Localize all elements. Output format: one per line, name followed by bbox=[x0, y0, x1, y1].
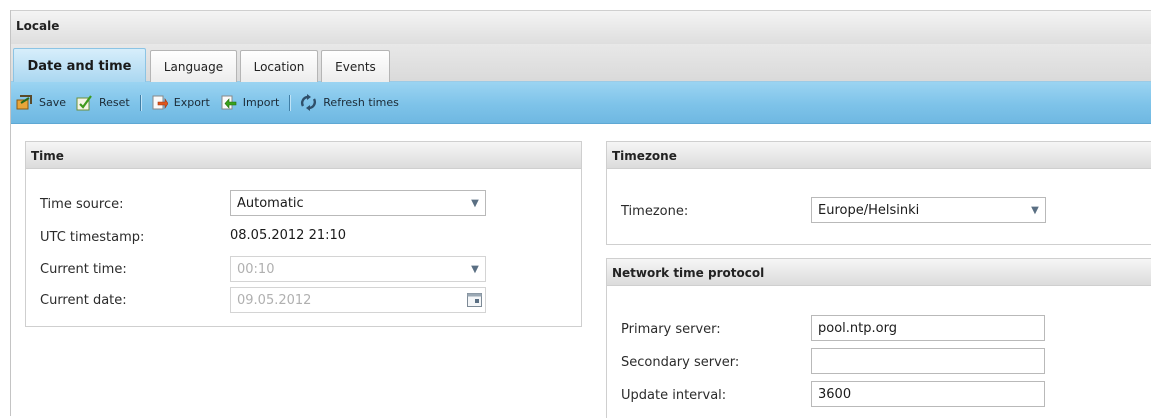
timezone-label: Timezone: bbox=[621, 204, 689, 219]
panel-title: Locale bbox=[16, 19, 60, 33]
current-time-label: Current time: bbox=[40, 262, 127, 277]
refresh-icon bbox=[301, 94, 317, 111]
refresh-times-label: Refresh times bbox=[323, 96, 399, 109]
current-date-value: 09.05.2012 bbox=[237, 293, 312, 308]
utc-timestamp-label: UTC timestamp: bbox=[40, 230, 145, 245]
primary-server-label: Primary server: bbox=[621, 322, 721, 337]
tab-location[interactable]: Location bbox=[240, 50, 318, 83]
current-time-value: 00:10 bbox=[237, 262, 275, 277]
timezone-group: Timezone Timezone: Europe/Helsinki ▼ bbox=[606, 141, 1151, 245]
tab-language[interactable]: Language bbox=[150, 50, 237, 83]
panel-title-bar: Locale bbox=[11, 10, 1151, 44]
chevron-down-icon[interactable]: ▼ bbox=[1025, 198, 1045, 222]
export-label: Export bbox=[173, 96, 210, 109]
import-button[interactable]: Import bbox=[220, 94, 280, 111]
timezone-value: Europe/Helsinki bbox=[818, 203, 920, 218]
update-interval-value: 3600 bbox=[818, 387, 852, 402]
chevron-down-icon[interactable]: ▼ bbox=[465, 191, 485, 215]
current-time-select[interactable]: 00:10 ▼ bbox=[230, 256, 486, 282]
export-button[interactable]: Export bbox=[151, 94, 210, 111]
timezone-select[interactable]: Europe/Helsinki ▼ bbox=[811, 197, 1046, 223]
time-source-value: Automatic bbox=[237, 196, 304, 211]
import-label: Import bbox=[242, 96, 280, 109]
refresh-times-button[interactable]: Refresh times bbox=[300, 94, 399, 111]
current-date-field[interactable]: 09.05.2012 bbox=[230, 287, 486, 313]
export-icon bbox=[152, 95, 168, 110]
save-button[interactable]: Save bbox=[16, 94, 66, 111]
primary-server-value: pool.ntp.org bbox=[818, 321, 897, 336]
primary-server-field[interactable]: pool.ntp.org bbox=[811, 315, 1045, 341]
tab-bar: Date and time Language Location Events bbox=[11, 44, 1151, 84]
current-date-label: Current date: bbox=[40, 293, 127, 308]
reset-label: Reset bbox=[99, 96, 130, 109]
reset-button[interactable]: Reset bbox=[76, 94, 130, 111]
reset-icon bbox=[76, 95, 92, 111]
toolbar-separator bbox=[289, 94, 291, 111]
import-icon bbox=[221, 95, 237, 110]
secondary-server-label: Secondary server: bbox=[621, 355, 740, 370]
update-interval-label: Update interval: bbox=[621, 388, 727, 403]
locale-panel: Locale Date and time Language Location E… bbox=[10, 10, 1151, 418]
time-source-label: Time source: bbox=[40, 197, 124, 212]
time-group-title: Time bbox=[26, 142, 581, 169]
tab-date-and-time[interactable]: Date and time bbox=[13, 48, 146, 84]
toolbar-separator bbox=[139, 94, 141, 111]
chevron-down-icon[interactable]: ▼ bbox=[465, 257, 485, 281]
timezone-group-title: Timezone bbox=[607, 142, 1151, 169]
ntp-group-title: Network time protocol bbox=[607, 259, 1151, 286]
calendar-icon[interactable] bbox=[466, 291, 483, 308]
secondary-server-field[interactable] bbox=[811, 348, 1045, 374]
tab-events[interactable]: Events bbox=[321, 50, 390, 83]
save-label: Save bbox=[39, 96, 67, 109]
utc-timestamp-value: 08.05.2012 21:10 bbox=[230, 228, 347, 243]
update-interval-field[interactable]: 3600 bbox=[811, 381, 1045, 407]
save-icon bbox=[16, 95, 32, 110]
toolbar: Save Reset Export Import Refresh times bbox=[11, 82, 1151, 124]
time-group: Time Time source: Automatic ▼ UTC timest… bbox=[25, 141, 582, 327]
ntp-group: Network time protocol Primary server: po… bbox=[606, 258, 1151, 418]
time-source-select[interactable]: Automatic ▼ bbox=[230, 190, 486, 216]
